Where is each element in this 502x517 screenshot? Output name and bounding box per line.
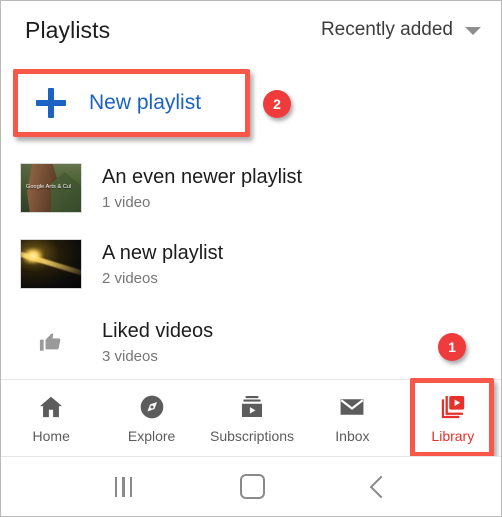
- playlist-video-count: 1 video: [102, 194, 151, 211]
- compass-icon: [140, 395, 163, 418]
- playlist-row-text: A new playlist 2 videos: [102, 241, 223, 287]
- app-screenshot: Playlists Recently added New playlist 2 …: [0, 0, 502, 517]
- home-button-icon[interactable]: [240, 474, 266, 499]
- nav-tab-label: Home: [32, 427, 70, 444]
- nav-tab-subscriptions[interactable]: Subscriptions: [202, 380, 302, 456]
- library-icon: [441, 395, 465, 418]
- nav-tab-inbox[interactable]: Inbox: [302, 380, 402, 456]
- bottom-navigation-bar: Home Explore Subscriptions Inbox Library: [1, 380, 501, 456]
- back-chevron-icon[interactable]: [369, 475, 393, 498]
- nav-tab-label: Inbox: [335, 427, 370, 444]
- playlist-title: An even newer playlist: [102, 166, 303, 188]
- thumbnail-art-glow: [23, 248, 43, 264]
- playlist-video-count: 2 videos: [102, 270, 158, 287]
- thumbnail-overlay-text: Google Arts & Cul: [26, 184, 72, 190]
- playlist-row[interactable]: Liked videos 3 videos: [1, 305, 501, 379]
- nav-tab-library[interactable]: Library: [403, 380, 501, 456]
- thumbs-up-icon: [20, 317, 82, 367]
- playlist-video-count: 3 videos: [102, 348, 158, 365]
- nav-tab-label: Explore: [127, 427, 176, 444]
- playlist-thumbnail: Google Arts & Cul: [20, 163, 82, 213]
- playlists-header: Playlists Recently added: [1, 1, 501, 59]
- new-playlist-label: New playlist: [89, 91, 202, 114]
- sort-dropdown[interactable]: Recently added: [321, 19, 481, 41]
- android-system-navigation-bar: [1, 457, 501, 516]
- playlist-row[interactable]: Google Arts & Cul An even newer playlist…: [1, 151, 501, 225]
- sort-dropdown-label: Recently added: [320, 19, 453, 40]
- playlist-row-text: An even newer playlist 1 video: [102, 165, 302, 211]
- nav-tab-label: Library: [431, 427, 475, 444]
- home-icon: [40, 396, 63, 417]
- playlist-thumbnail: [20, 239, 82, 289]
- chevron-down-icon: [465, 27, 481, 35]
- new-playlist-button[interactable]: New playlist: [18, 74, 245, 132]
- plus-icon: [36, 88, 66, 118]
- nav-tab-label: Subscriptions: [209, 427, 295, 444]
- playlist-row-text: Liked videos 3 videos: [102, 319, 213, 365]
- annotation-badge-1: 1: [438, 333, 466, 361]
- subscriptions-icon: [241, 395, 263, 417]
- nav-tab-home[interactable]: Home: [1, 380, 101, 456]
- page-title: Playlists: [25, 16, 111, 43]
- playlist-title: Liked videos: [102, 320, 214, 342]
- annotation-badge-2: 2: [263, 90, 291, 118]
- nav-tab-explore[interactable]: Explore: [101, 380, 201, 456]
- playlist-row[interactable]: A new playlist 2 videos: [1, 227, 501, 301]
- playlist-title: A new playlist: [102, 242, 224, 264]
- recents-icon[interactable]: [114, 476, 133, 497]
- envelope-icon: [340, 398, 364, 415]
